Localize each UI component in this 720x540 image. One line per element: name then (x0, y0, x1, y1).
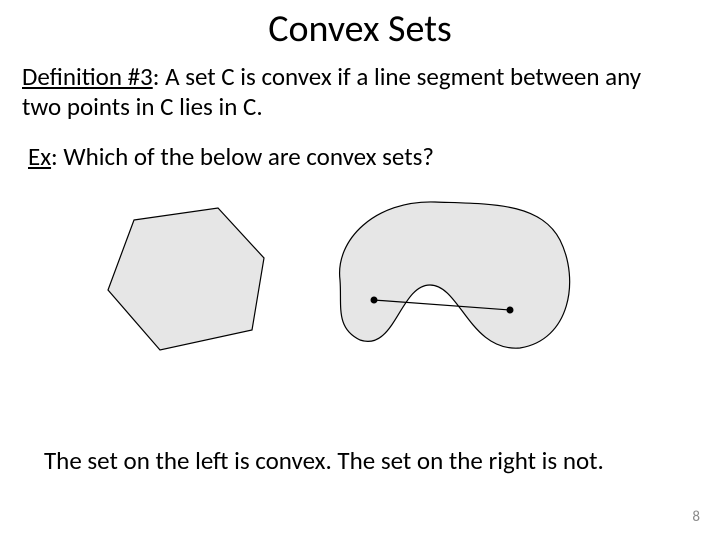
point-left (371, 297, 378, 304)
example-text: : Which of the below are convex sets? (51, 141, 434, 172)
definition-label: Definition #3 (22, 61, 153, 92)
example-label: Ex (28, 141, 51, 172)
slide-title: Convex Sets (0, 6, 720, 52)
point-right (507, 307, 514, 314)
hexagon-shape (108, 208, 264, 350)
answer-text: The set on the left is convex. The set o… (44, 445, 704, 476)
figure-container (90, 190, 590, 370)
example-block: Ex: Which of the below are convex sets? (28, 141, 688, 172)
definition-block: Definition #3: A set C is convex if a li… (22, 62, 682, 122)
page-number: 8 (692, 508, 700, 526)
convex-sets-figure (90, 190, 590, 370)
slide: Convex Sets Definition #3: A set C is co… (0, 0, 720, 540)
concave-blob-shape (340, 202, 570, 348)
